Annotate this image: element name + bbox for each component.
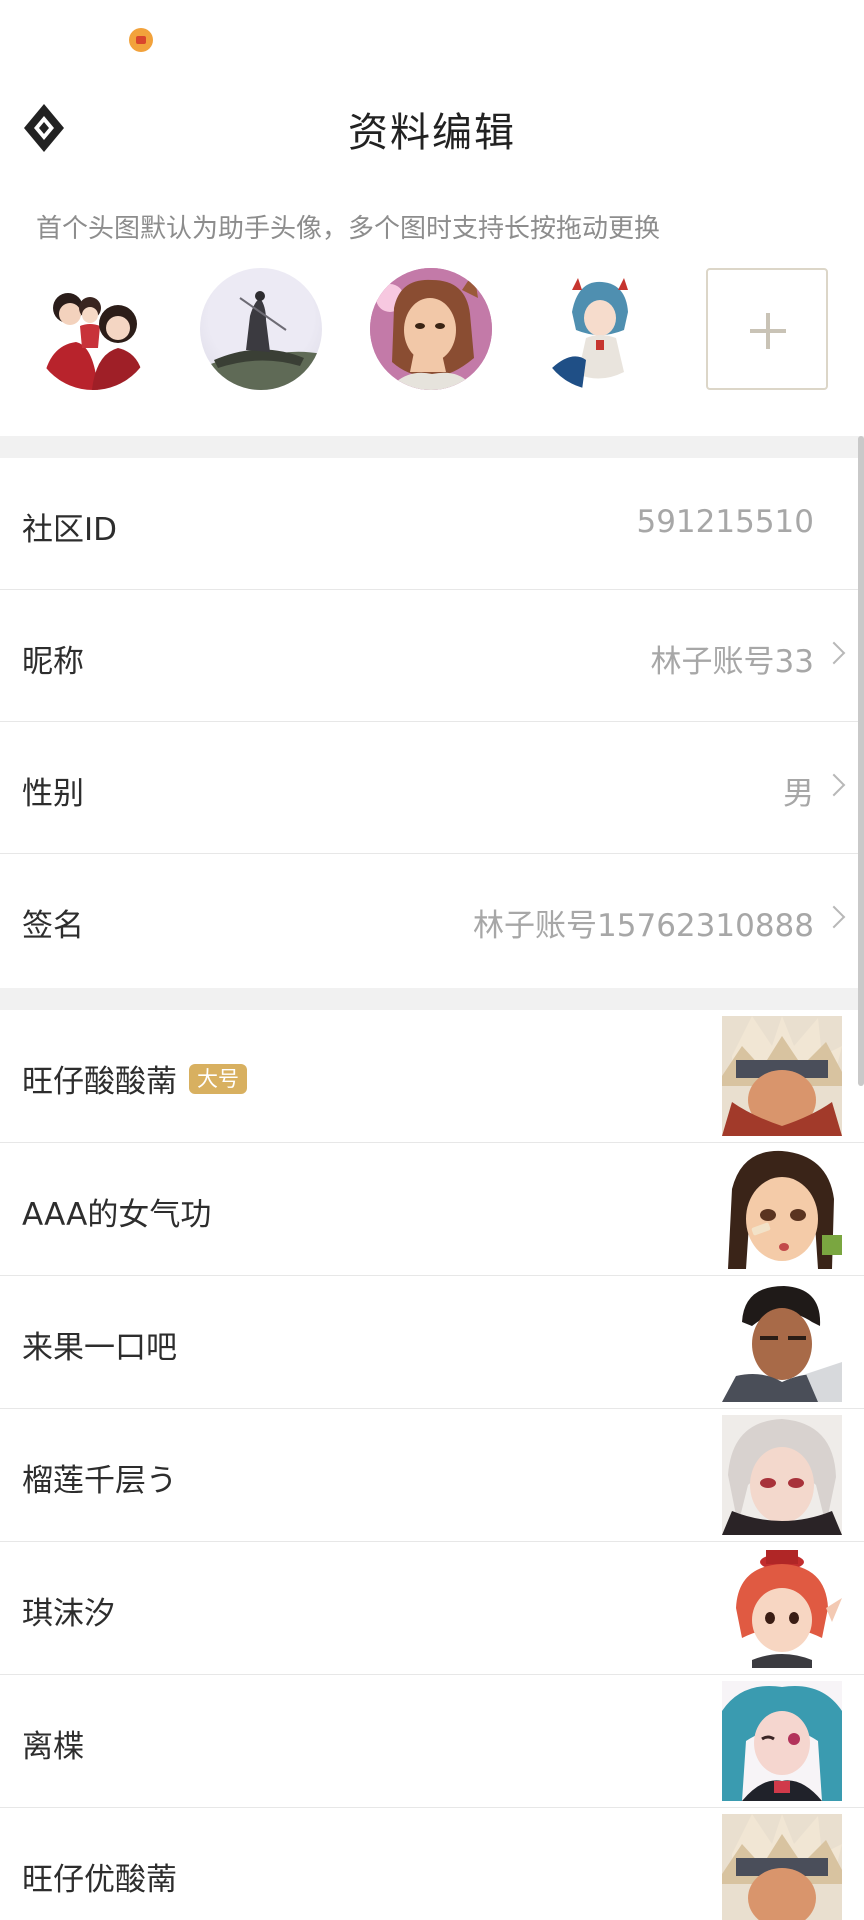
status-bar <box>0 0 864 70</box>
role-name: 榴莲千层う <box>22 1463 177 1499</box>
role-row[interactable]: 榴莲千层う <box>0 1409 864 1542</box>
role-row[interactable]: 来果一口吧 <box>0 1276 864 1409</box>
role-avatar <box>722 1282 842 1402</box>
chevron-right-icon <box>822 905 846 929</box>
community-id-value: 591215510 <box>636 504 814 540</box>
swordsman-avatar[interactable] <box>200 268 322 390</box>
scrollbar[interactable] <box>858 436 864 1086</box>
role-name: 旺仔酸酸萳 <box>22 1064 177 1100</box>
nickname-label: 昵称 <box>22 644 84 680</box>
community-id-row: 社区ID 591215510 <box>0 458 864 590</box>
community-id-label: 社区ID <box>22 512 118 548</box>
gender-value: 男 <box>783 776 814 812</box>
section-divider <box>0 988 864 1010</box>
role-row[interactable]: 旺仔酸酸萳 大号 <box>0 1010 864 1143</box>
signature-value: 林子账号15762310888 <box>473 908 814 944</box>
signature-label: 签名 <box>22 908 84 944</box>
role-name: 离楪 <box>22 1729 84 1765</box>
add-photo-button[interactable] <box>706 268 828 390</box>
role-avatar <box>722 1548 842 1668</box>
role-row[interactable]: 琪沫汐 <box>0 1542 864 1675</box>
role-row[interactable]: AAA的女气功 <box>0 1143 864 1276</box>
main-account-badge: 大号 <box>189 1063 247 1094</box>
gender-row[interactable]: 性别 男 <box>0 722 864 854</box>
family-avatar[interactable] <box>32 268 154 390</box>
section-divider <box>0 436 864 458</box>
signature-row[interactable]: 签名 林子账号15762310888 <box>0 854 864 986</box>
notification-icon <box>129 28 153 52</box>
role-avatar <box>722 1814 842 1920</box>
gender-label: 性别 <box>22 776 84 812</box>
blue-hair-avatar[interactable] <box>538 268 660 390</box>
nickname-row[interactable]: 昵称 林子账号33 <box>0 590 864 722</box>
avatar-row <box>0 266 864 390</box>
role-avatar <box>722 1016 842 1136</box>
role-row[interactable]: 离楪 <box>0 1675 864 1808</box>
nickname-value: 林子账号33 <box>650 644 814 680</box>
page-title: 资料编辑 <box>348 110 516 156</box>
role-row[interactable]: 旺仔优酸萳 <box>0 1808 864 1920</box>
role-avatar <box>722 1149 842 1269</box>
chevron-right-icon <box>822 641 846 665</box>
role-avatar <box>722 1681 842 1801</box>
profile-edit-page: 资料编辑 首个头图默认为助手头像，多个图时支持长按拖动更换 社区ID 59121… <box>0 0 864 1920</box>
role-name: AAA的女气功 <box>22 1197 212 1233</box>
girl-avatar[interactable] <box>370 268 492 390</box>
header: 资料编辑 <box>0 78 864 174</box>
role-name: 来果一口吧 <box>22 1330 177 1366</box>
chevron-right-icon <box>822 773 846 797</box>
role-name: 琪沫汐 <box>22 1596 115 1632</box>
avatar-hint: 首个头图默认为助手头像，多个图时支持长按拖动更换 <box>36 214 661 244</box>
role-name: 旺仔优酸萳 <box>22 1862 177 1898</box>
role-avatar <box>722 1415 842 1535</box>
